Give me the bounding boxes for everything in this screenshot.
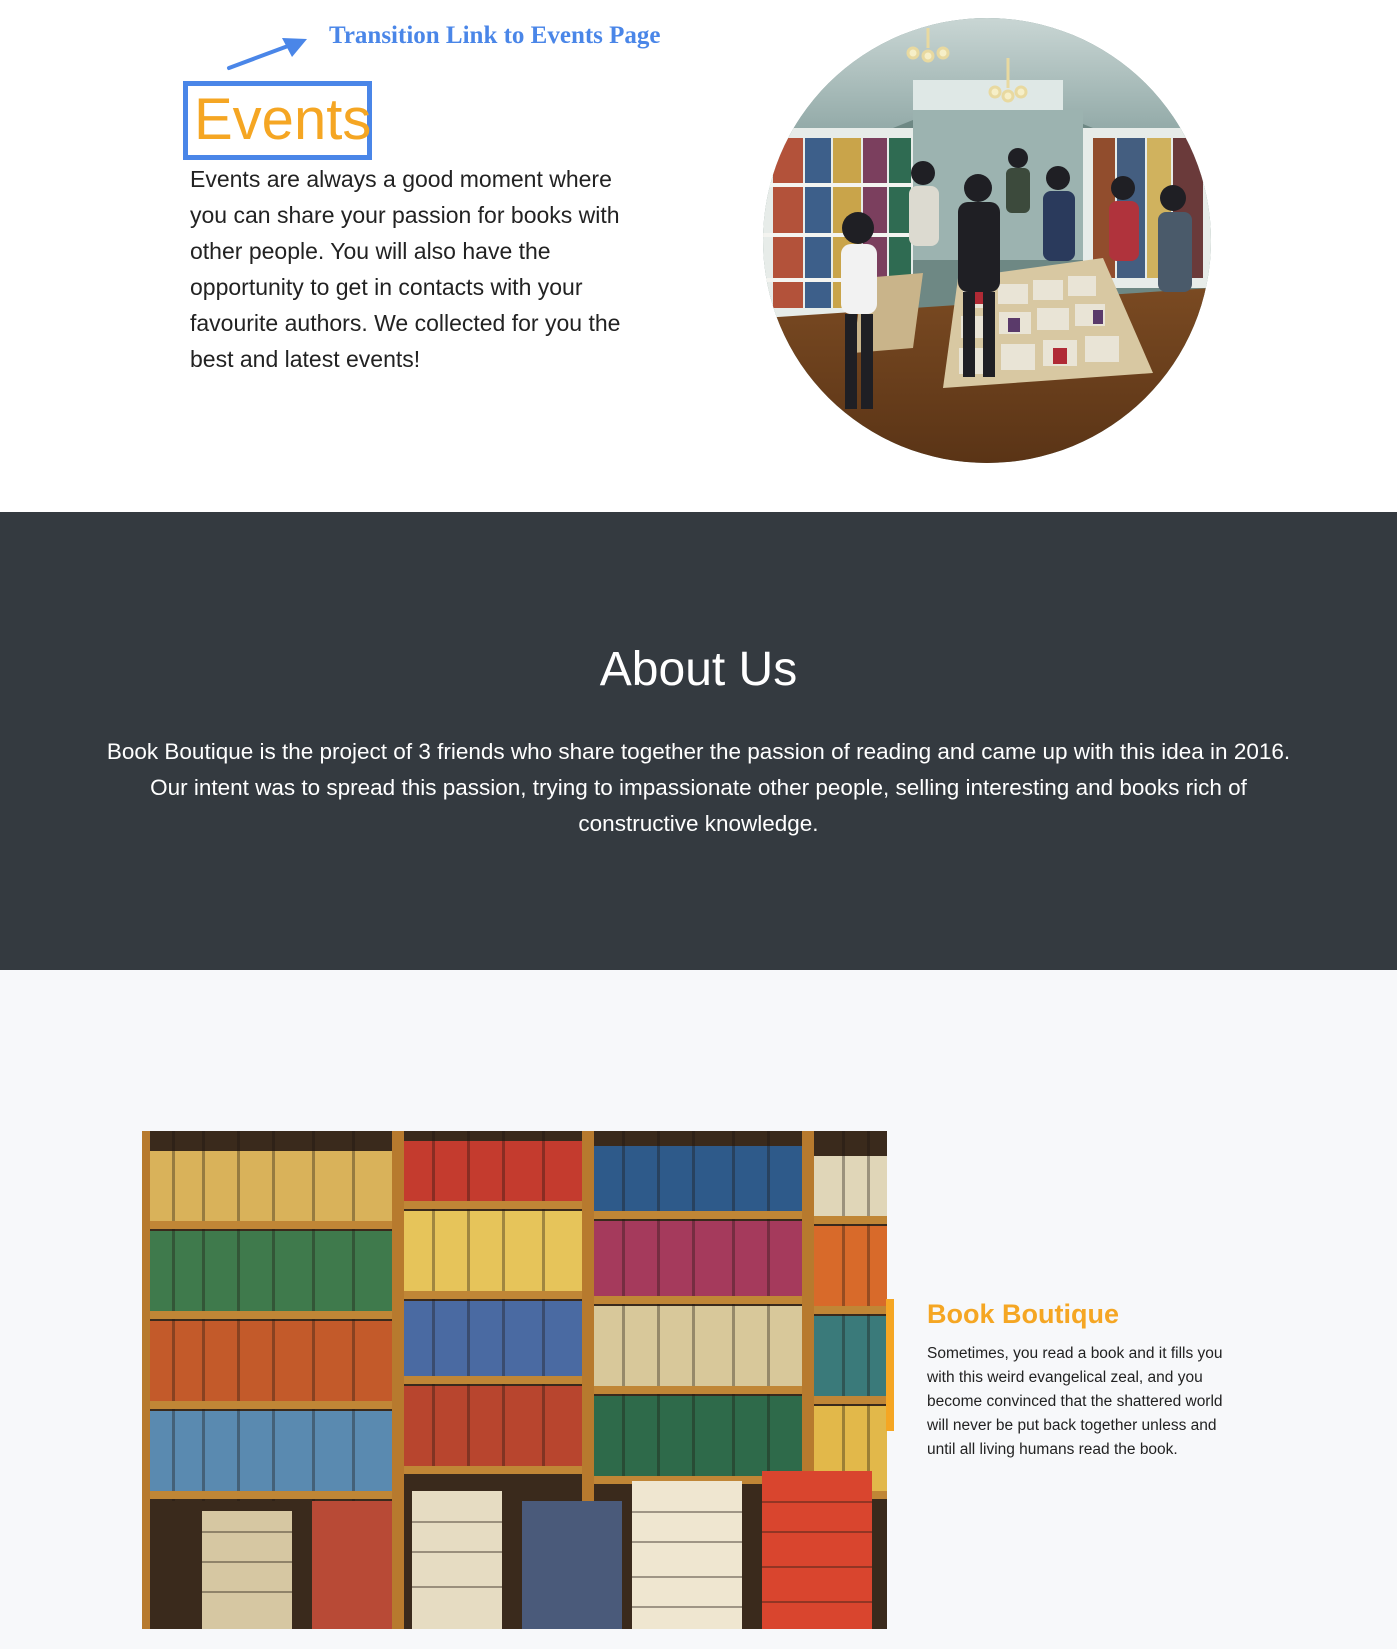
about-description: Book Boutique is the project of 3 friend… <box>106 739 1291 836</box>
events-section: Transition Link to Events Page Events Ev… <box>0 0 1397 512</box>
annotation-label: Transition Link to Events Page <box>329 22 661 49</box>
boutique-title: Book Boutique <box>927 1299 1119 1329</box>
boutique-accent-bar <box>886 1299 894 1431</box>
page: Transition Link to Events Page Events Ev… <box>0 0 1397 1649</box>
bookstore-crowd-photo <box>763 18 1211 463</box>
about-title: About Us <box>599 643 798 696</box>
boutique-section: Book Boutique Sometimes, you read a book… <box>0 970 1397 1649</box>
events-page-link[interactable]: Events <box>183 81 372 160</box>
bookstore-photo-illustration <box>763 18 1211 463</box>
annotation-arrow-icon <box>227 38 307 70</box>
about-section: About Us Book Boutique is the project of… <box>0 512 1397 970</box>
boutique-description: Sometimes, you read a book and it fills … <box>927 1345 1223 1458</box>
events-title: Events <box>194 87 372 152</box>
bookshelves-illustration <box>142 1131 887 1629</box>
bookshelves-photo <box>142 1131 887 1629</box>
events-description: Events are always a good moment where yo… <box>190 166 621 372</box>
